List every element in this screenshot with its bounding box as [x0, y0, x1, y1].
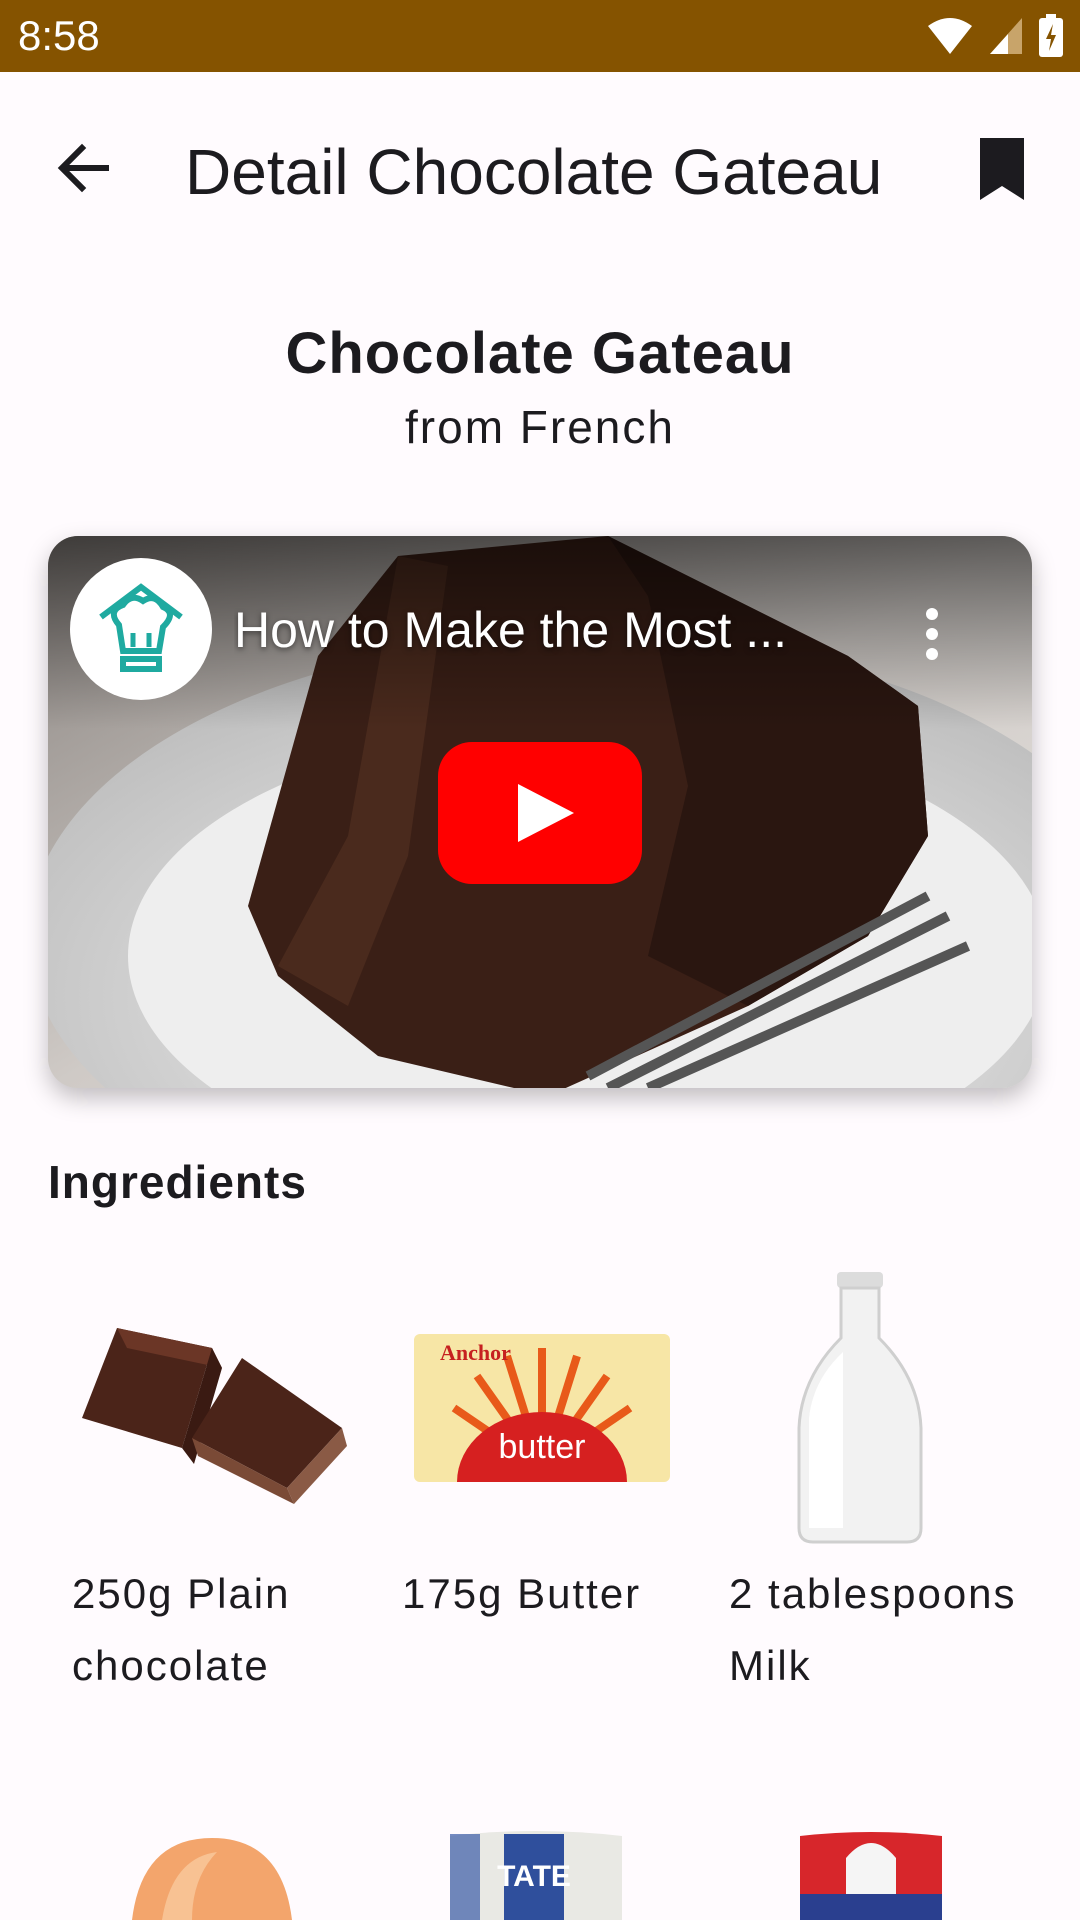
svg-text:butter: butter: [499, 1428, 586, 1466]
egg-image: [132, 1838, 292, 1920]
butter-image: butter Anchor: [414, 1334, 670, 1482]
ingredients-heading: Ingredients: [48, 1156, 307, 1208]
video-player[interactable]: How to Make the Most ...: [48, 536, 1032, 1088]
svg-text:TATE: TATE: [497, 1860, 571, 1893]
ingredient-label: 250g Plain chocolate: [72, 1570, 291, 1689]
flour-bag-image: [800, 1832, 942, 1920]
status-bar: 8:58: [0, 0, 1080, 72]
sugar-bag-image: TATE: [450, 1831, 622, 1920]
channel-avatar[interactable]: [70, 558, 212, 700]
milk-bottle-image: [797, 1272, 923, 1544]
bookmark-icon: [980, 138, 1024, 200]
recipe-name: Chocolate Gateau: [285, 321, 795, 386]
more-vert-icon[interactable]: [922, 606, 942, 662]
status-icons: [926, 14, 1064, 58]
arrow-back-icon: [57, 143, 109, 193]
page-title: Detail Chocolate Gateau: [185, 136, 883, 208]
chocolate-image: [82, 1328, 347, 1504]
battery-icon: [1039, 14, 1063, 57]
status-time: 8:58: [18, 12, 100, 59]
back-button[interactable]: [48, 132, 120, 204]
youtube-play-icon[interactable]: [438, 742, 642, 884]
video-title[interactable]: How to Make the Most ...: [234, 600, 864, 660]
ingredient-label: 2 tablespoons Milk: [729, 1570, 1017, 1689]
recipe-origin: from French: [405, 401, 675, 453]
svg-text:Anchor: Anchor: [440, 1340, 511, 1365]
bookmark-button[interactable]: [972, 134, 1032, 206]
ingredient-label: 175g Butter: [402, 1570, 642, 1617]
signal-icon: [990, 18, 1022, 54]
chef-house-logo-icon: [99, 583, 183, 672]
wifi-icon: [928, 18, 972, 54]
app-bar: Detail Chocolate Gateau: [0, 72, 1080, 266]
